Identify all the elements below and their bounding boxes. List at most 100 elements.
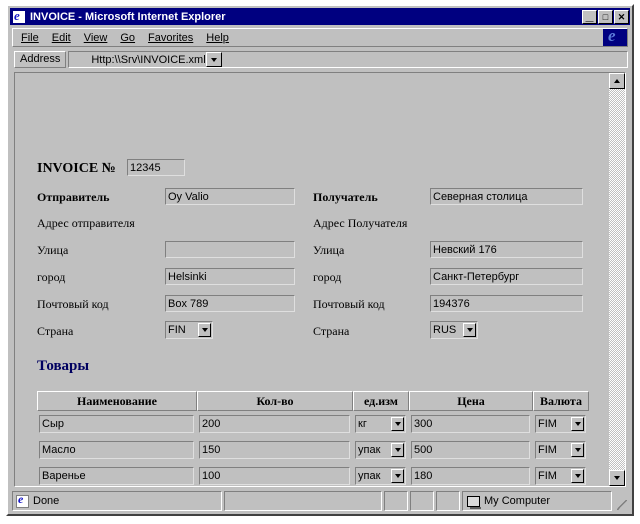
chevron-down-icon	[394, 474, 401, 478]
row-0-qty-input[interactable]: 200	[199, 415, 350, 433]
cell-qty: 200	[197, 411, 353, 437]
invoice-number-input[interactable]: 12345	[127, 159, 185, 176]
sender-country-select[interactable]: FIN	[165, 321, 213, 339]
close-icon: ✕	[617, 11, 626, 22]
row-1-unit-value: упак	[358, 444, 381, 456]
menu-item-favorites[interactable]: Favorites	[148, 32, 193, 44]
menu-items: File Edit View Go Favorites Help	[13, 32, 229, 44]
menu-item-view[interactable]: View	[84, 32, 108, 44]
row-0-name-input[interactable]: Сыр	[39, 415, 194, 433]
receiver-country-value: RUS	[433, 324, 457, 336]
receiver-name-input[interactable]: Северная столица	[430, 188, 583, 205]
minimize-button[interactable]: _	[582, 6, 597, 24]
menu-item-help-label: Help	[206, 31, 229, 44]
row-2-unit-dropdown-button[interactable]	[391, 469, 404, 483]
sender-street-input[interactable]	[165, 241, 295, 258]
row-2-currency-dropdown-button[interactable]	[571, 469, 584, 483]
maximize-button[interactable]: □	[598, 9, 613, 24]
browser-window: INVOICE - Microsoft Internet Explorer _ …	[6, 4, 634, 516]
row-1-name-input[interactable]: Масло	[39, 441, 194, 459]
sender-country-dropdown-button[interactable]	[198, 323, 211, 337]
table-row: Сыр 200 кг 300 FIM	[37, 411, 589, 437]
table-row: Масло 150 упак 500 FIM	[37, 437, 589, 463]
maximize-icon: □	[602, 11, 609, 22]
status-slot-3	[436, 491, 460, 511]
column-header-name: Наименование	[37, 391, 197, 411]
chevron-down-icon	[201, 328, 208, 332]
receiver-zip-input[interactable]: 194376	[430, 295, 583, 312]
window-controls: _ □ ✕	[582, 6, 630, 24]
progress-panel	[224, 491, 382, 511]
scroll-up-button[interactable]	[609, 73, 625, 89]
row-2-unit-value: упак	[358, 470, 381, 482]
sender-label: Отправитель	[37, 190, 110, 204]
row-0-currency-dropdown-button[interactable]	[571, 417, 584, 431]
sender-zip-input[interactable]: Box 789	[165, 295, 295, 312]
row-1-unit-select[interactable]: упак	[355, 441, 406, 459]
row-0-unit-select[interactable]: кг	[355, 415, 406, 433]
scroll-down-button[interactable]	[609, 470, 625, 486]
cell-price: 300	[409, 411, 533, 437]
address-dropdown-button[interactable]	[205, 52, 222, 67]
menu-item-help[interactable]: Help	[206, 32, 229, 44]
row-2-currency-value: FIM	[538, 470, 557, 482]
cell-qty: 150	[197, 437, 353, 463]
receiver-address-label: Адрес Получателя	[313, 216, 408, 230]
menu-item-go-label: Go	[120, 31, 136, 44]
minimize-icon: _	[585, 6, 594, 23]
menu-bar: File Edit View Go Favorites Help	[12, 26, 628, 47]
receiver-city-label: город	[313, 270, 342, 284]
receiver-label: Получатель	[313, 190, 378, 204]
row-1-currency-select[interactable]: FIM	[535, 441, 586, 459]
row-1-qty-input[interactable]: 150	[199, 441, 350, 459]
sender-city-label: город	[37, 270, 66, 284]
address-label: Address	[14, 51, 67, 68]
receiver-country-select[interactable]: RUS	[430, 321, 478, 339]
ie-logo-animation-icon[interactable]	[603, 26, 627, 46]
receiver-zip-label: Почтовый код	[313, 297, 385, 311]
invoice-title: INVOICE №	[37, 161, 116, 176]
menu-item-edit[interactable]: Edit	[52, 32, 71, 44]
column-header-qty: Кол-во	[197, 391, 353, 411]
row-2-price-input[interactable]: 180	[411, 467, 530, 485]
address-bar: Address Http:\\Srv\INVOICE.xml	[12, 50, 628, 69]
title-bar[interactable]: INVOICE - Microsoft Internet Explorer _ …	[10, 8, 630, 25]
invoice-form: INVOICE № 12345 Отправитель Oy Valio Адр…	[15, 73, 609, 486]
security-zone-panel[interactable]: My Computer	[462, 491, 612, 511]
table-row: Варенье 100 упак 180 FIM	[37, 463, 589, 486]
row-1-unit-dropdown-button[interactable]	[391, 443, 404, 457]
menu-item-file[interactable]: File	[21, 32, 39, 44]
row-2-qty-input[interactable]: 100	[199, 467, 350, 485]
row-2-currency-select[interactable]: FIM	[535, 467, 586, 485]
cell-currency: FIM	[533, 437, 589, 463]
menu-item-view-label: View	[83, 31, 108, 44]
row-0-unit-dropdown-button[interactable]	[391, 417, 404, 431]
cell-name: Сыр	[37, 411, 197, 437]
receiver-city-input[interactable]: Санкт-Петербург	[430, 268, 583, 285]
chevron-down-icon	[614, 476, 620, 480]
cell-currency: FIM	[533, 463, 589, 486]
sender-city-input[interactable]: Helsinki	[165, 268, 295, 285]
sender-name-input[interactable]: Oy Valio	[165, 188, 295, 205]
menu-item-go[interactable]: Go	[120, 32, 135, 44]
close-button[interactable]: ✕	[614, 9, 629, 24]
column-header-currency: Валюта	[533, 391, 589, 411]
ie-document-icon	[12, 8, 26, 24]
row-0-currency-select[interactable]: FIM	[535, 415, 586, 433]
cell-qty: 100	[197, 463, 353, 486]
receiver-street-input[interactable]: Невский 176	[430, 241, 583, 258]
row-1-currency-dropdown-button[interactable]	[571, 443, 584, 457]
status-bar: Done My Computer	[12, 491, 628, 511]
goods-table: Наименование Кол-во ед.изм Цена Валюта С…	[37, 391, 589, 486]
address-input[interactable]: Http:\\Srv\INVOICE.xml	[68, 51, 628, 68]
resize-grip[interactable]	[614, 491, 628, 511]
row-0-price-input[interactable]: 300	[411, 415, 530, 433]
chevron-up-icon	[614, 79, 620, 83]
row-2-unit-select[interactable]: упак	[355, 467, 406, 485]
row-1-price-input[interactable]: 500	[411, 441, 530, 459]
chevron-down-icon	[574, 474, 581, 478]
receiver-country-dropdown-button[interactable]	[463, 323, 476, 337]
row-2-name-input[interactable]: Варенье	[39, 467, 194, 485]
vertical-scrollbar[interactable]	[609, 73, 625, 486]
receiver-street-label: Улица	[313, 243, 345, 257]
